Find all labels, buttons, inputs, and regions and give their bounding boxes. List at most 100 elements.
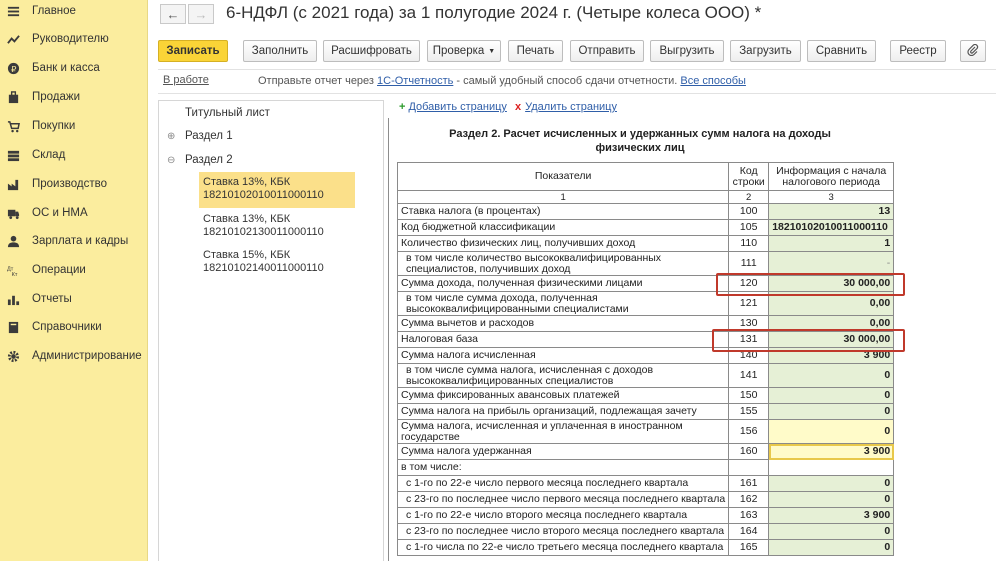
row-code: 120 [728, 275, 770, 292]
all-methods-link[interactable]: Все способы [680, 75, 746, 87]
column-number: 1 [396, 190, 730, 204]
collapse-icon[interactable]: ⊖ [167, 155, 177, 166]
row-value[interactable]: 30 000,00 [768, 275, 895, 292]
table-row: с 1-го по 22-е число первого месяца посл… [396, 475, 895, 492]
expand-icon[interactable]: ⊕ [167, 131, 177, 142]
gear-icon [6, 349, 20, 363]
row-value[interactable]: - [768, 251, 895, 276]
sidebar-item-administration[interactable]: Администрирование [0, 345, 148, 367]
form-left-border [388, 118, 389, 561]
row-value[interactable]: 0 [768, 419, 895, 444]
row-value[interactable]: 0 [768, 475, 895, 492]
export-button[interactable]: Выгрузить [650, 40, 724, 62]
row-code: 111 [728, 251, 770, 276]
table-row: в том числе сумма налога, исчисленная с … [396, 363, 895, 388]
row-label: Код бюджетной классификации [396, 219, 730, 236]
column-header: Показатели [396, 162, 730, 191]
table-row: в том числе: [396, 459, 895, 476]
row-value[interactable]: 13 [768, 203, 895, 220]
delete-page-link[interactable]: x Удалить страницу [515, 101, 617, 113]
tree-subitem-rate15[interactable]: Ставка 15%, КБК 18210102140011000110 [199, 245, 355, 281]
sidebar-item-salary[interactable]: Зарплата и кадры [0, 230, 148, 252]
import-button[interactable]: Загрузить [730, 40, 801, 62]
tree-subitem-line2: 18210102010011000110 [203, 189, 324, 201]
save-button[interactable]: Записать [158, 40, 228, 62]
sidebar-item-main[interactable]: Главное [0, 0, 148, 22]
attach-button[interactable] [960, 40, 986, 62]
row-code: 163 [728, 507, 770, 524]
plus-icon: + [399, 101, 406, 113]
status-link[interactable]: В работе [163, 74, 209, 86]
sidebar-item-operations[interactable]: Дт Кт Операции [0, 259, 148, 281]
compare-button[interactable]: Сравнить [807, 40, 876, 62]
table-row: Код бюджетной классификации 105 1821010201… [396, 219, 895, 236]
row-value[interactable]: 0 [768, 403, 895, 420]
table-row: Сумма дохода, полученная физическими лиц… [396, 275, 895, 292]
add-page-link[interactable]: + Добавить страницу [399, 101, 507, 113]
send-button[interactable]: Отправить [570, 40, 644, 62]
row-value[interactable]: 0,00 [768, 315, 895, 332]
tree-item-section-2[interactable]: ⊖ Раздел 2 [167, 154, 391, 166]
row-value[interactable]: 0 [768, 539, 895, 556]
row-label: с 23-го по последнее число первого месяц… [396, 491, 730, 508]
row-value[interactable]: 1 [768, 235, 895, 252]
table-header-row: Показатели Код строки Информация с начал… [396, 162, 895, 191]
forward-button[interactable]: → [188, 4, 214, 24]
back-button[interactable]: ← [160, 4, 186, 24]
sidebar-item-reports[interactable]: Отчеты [0, 288, 148, 310]
sidebar-item-label: Банк и касса [32, 62, 100, 74]
row-value[interactable]: 0 [768, 491, 895, 508]
table-row: Сумма налога на прибыль организаций, под… [396, 403, 895, 420]
tree-item-section-1[interactable]: ⊕ Раздел 1 [167, 130, 391, 142]
print-button[interactable]: Печать [508, 40, 563, 62]
row-value[interactable]: 0 [768, 363, 895, 388]
row-value[interactable]: 0 [768, 523, 895, 540]
coin-icon: ₽ [6, 61, 20, 75]
operations-icon: Дт Кт [6, 263, 20, 277]
table-row: с 1-го по 22-е число второго месяца посл… [396, 507, 895, 524]
row-code: 100 [728, 203, 770, 220]
fill-button[interactable]: Заполнить [243, 40, 317, 62]
row-value[interactable]: 0 [768, 387, 895, 404]
row-code: 164 [728, 523, 770, 540]
sidebar-item-references[interactable]: Справочники [0, 316, 148, 338]
row-value[interactable]: 3 900 [768, 347, 895, 364]
row-label: в том числе сумма дохода, полученная выс… [396, 291, 730, 316]
sidebar-item-bank[interactable]: ₽ Банк и касса [0, 57, 148, 79]
row-code: 140 [728, 347, 770, 364]
tree-item-title-page[interactable]: Титульный лист [185, 107, 409, 119]
row-label: в том числе: [396, 459, 730, 476]
sidebar-item-sales[interactable]: Продажи [0, 86, 148, 108]
row-value[interactable]: 0,00 [768, 291, 895, 316]
tree-subitem-rate13-kbk2[interactable]: Ставка 13%, КБК 18210102130011000110 [199, 209, 355, 245]
row-value[interactable]: 18210102010011000110 [768, 219, 895, 236]
tree-subitem-line2: 18210102140011000110 [203, 262, 324, 274]
svg-text:Кт: Кт [11, 272, 17, 277]
registry-button[interactable]: Реестр [890, 40, 946, 62]
delete-icon: x [515, 101, 522, 113]
row-value[interactable]: 30 000,00 [768, 331, 895, 348]
tree-subitem-rate13-kbk1[interactable]: Ставка 13%, КБК 18210102010011000110 [199, 172, 355, 208]
table-row: с 1-го числа по 22-е число третьего меся… [396, 539, 895, 556]
sidebar-item-warehouse[interactable]: Склад [0, 144, 148, 166]
sidebar-item-manager[interactable]: Руководителю [0, 28, 148, 50]
row-label: Сумма дохода, полученная физическими лиц… [396, 275, 730, 292]
service-link[interactable]: 1С-Отчетность [377, 75, 453, 87]
row-value[interactable]: 3 900 [768, 507, 895, 524]
check-dropdown-button[interactable]: Проверка ▼ [427, 40, 501, 62]
sidebar-item-label: Зарплата и кадры [32, 235, 129, 247]
sidebar-item-label: Покупки [32, 120, 76, 132]
sidebar-item-label: Справочники [32, 321, 102, 333]
bar-chart-icon [6, 292, 20, 306]
row-label: Количество физических лиц, получивших до… [396, 235, 730, 252]
column-number: 2 [728, 190, 770, 204]
row-value-selected[interactable]: 3 900 [768, 443, 895, 460]
sidebar-item-purchases[interactable]: Покупки [0, 115, 148, 137]
tree-item-label: Раздел 2 [185, 154, 233, 166]
sidebar-item-fixed-assets[interactable]: ОС и НМА [0, 202, 148, 224]
sidebar-item-production[interactable]: Производство [0, 173, 148, 195]
decode-button[interactable]: Расшифровать [323, 40, 420, 62]
form-heading-line1: Раздел 2. Расчет исчисленных и удержанны… [449, 128, 831, 140]
row-code [728, 459, 770, 476]
row-label: с 23-го по последнее число второго месяц… [396, 523, 730, 540]
